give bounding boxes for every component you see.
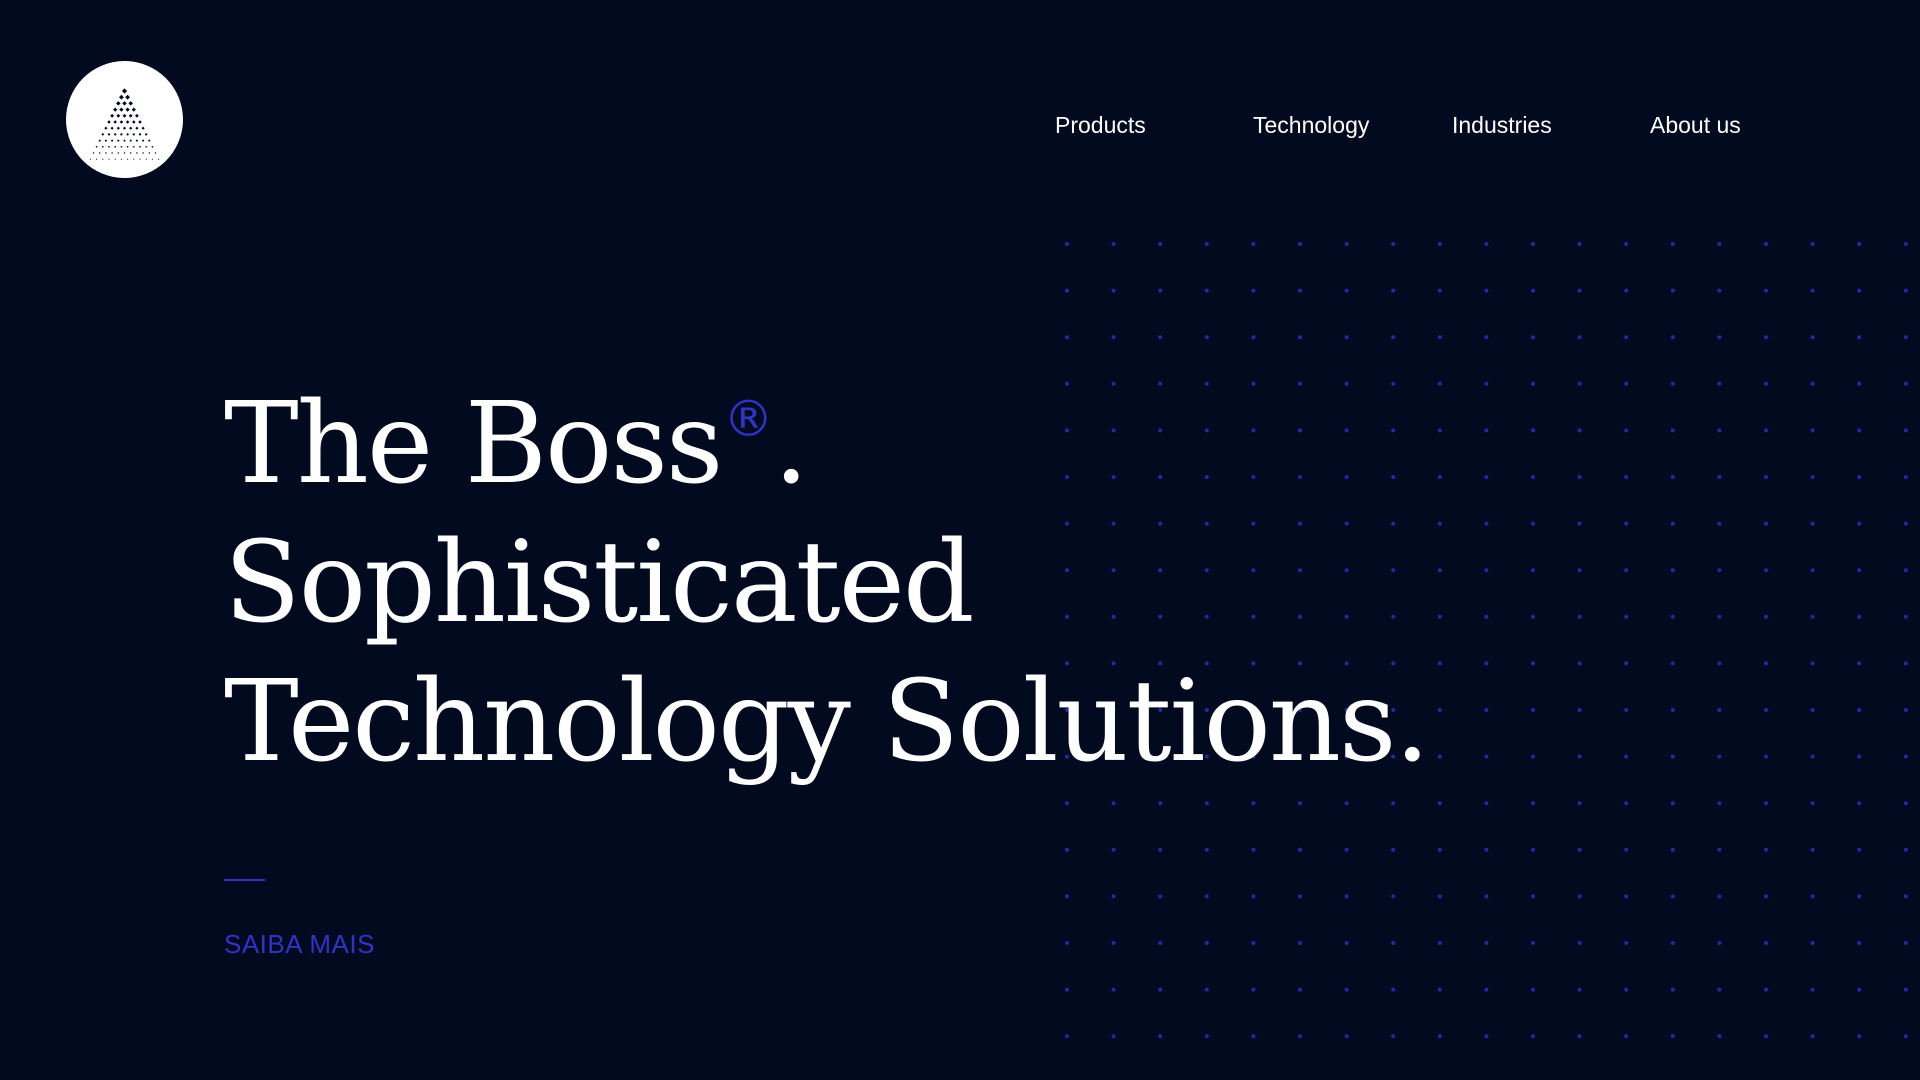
main-nav: Products Technology Industries About us [0,110,1920,140]
hero-line-1-text: The Boss [224,379,723,509]
hero-headline: The Boss®. Sophisticated Technology Solu… [224,350,1430,792]
hero-line-3: Technology Solutions. [224,657,1430,787]
nav-technology[interactable]: Technology [1253,110,1369,140]
saiba-mais-link[interactable]: SAIBA MAIS [224,928,375,960]
hero-line-1: The Boss®. [224,350,1428,514]
registered-mark: ® [723,390,774,448]
accent-divider [224,879,265,881]
nav-products[interactable]: Products [1055,110,1146,140]
nav-about-us[interactable]: About us [1650,110,1741,140]
hero-line-1-period: . [773,379,809,509]
hero-line-2: Sophisticated [224,518,975,648]
nav-industries[interactable]: Industries [1452,110,1552,140]
